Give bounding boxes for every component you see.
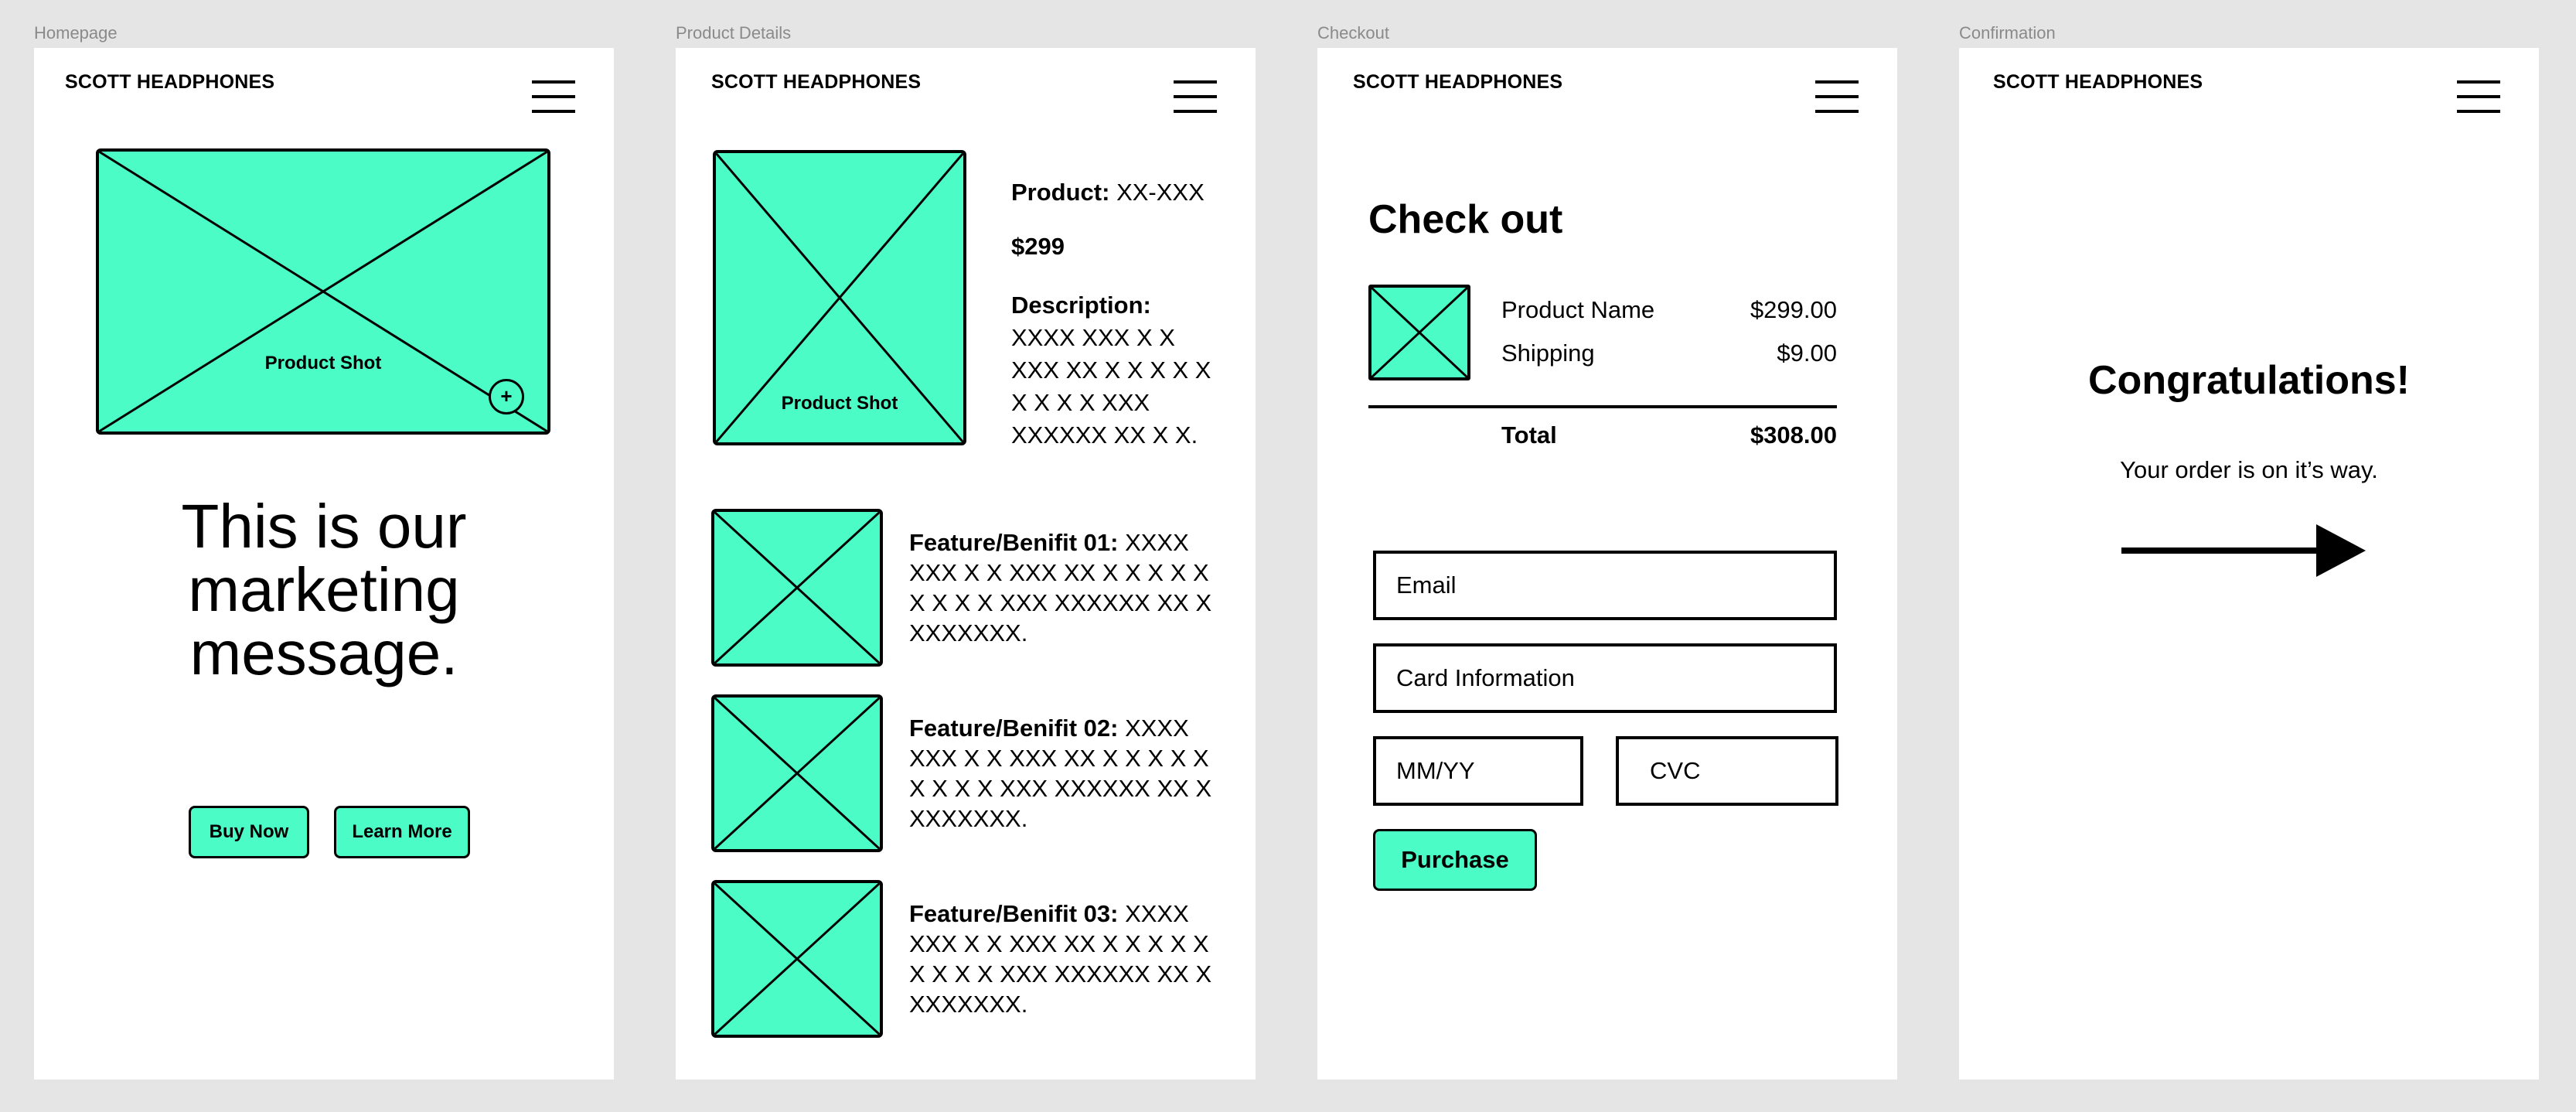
- total-price: $308.00: [1750, 421, 1837, 449]
- product-shot-label: Product Shot: [781, 393, 898, 414]
- product-shot-image[interactable]: Product Shot: [96, 148, 550, 435]
- image-placeholder-icon: [714, 698, 880, 849]
- feature-line: XXXXXXX.: [909, 991, 1028, 1018]
- product-details-frame: SCOTT HEADPHONES Product Shot Product: X…: [676, 48, 1256, 1080]
- brand-logo[interactable]: SCOTT HEADPHONES: [65, 71, 274, 94]
- total-label: Total: [1501, 421, 1557, 449]
- hamburger-menu-icon[interactable]: [532, 80, 575, 113]
- marketing-line: marketing: [188, 555, 460, 624]
- marketing-message: This is our marketing message.: [34, 495, 614, 685]
- checkout-frame: SCOTT HEADPHONES Check out Product Name …: [1317, 48, 1897, 1080]
- description-key: Description:: [1011, 292, 1151, 319]
- hamburger-menu-icon[interactable]: [1174, 80, 1217, 113]
- purchase-button[interactable]: Purchase: [1373, 829, 1537, 891]
- product-shot-label: Product Shot: [264, 353, 382, 374]
- frame-label-confirmation: Confirmation: [1959, 23, 2056, 43]
- feature-line: XXXX: [1125, 529, 1189, 556]
- image-placeholder-icon: [714, 512, 880, 663]
- brand-logo[interactable]: SCOTT HEADPHONES: [711, 71, 921, 94]
- cart-item-thumbnail: [1368, 285, 1470, 380]
- shipping-price: $9.00: [1777, 339, 1837, 367]
- feature-line: XXXX: [1125, 715, 1189, 742]
- product-id: Product: XX-XXX: [1011, 176, 1205, 209]
- product-price: $299: [1011, 233, 1065, 260]
- page-title: Check out: [1368, 197, 1563, 242]
- feature-line: X X X X XXX XXXXXX XX X: [909, 589, 1212, 616]
- product-description: Description: XXXX XXX X X XXX XX X X X X…: [1011, 289, 1243, 452]
- feature-image: [711, 880, 883, 1038]
- item-price: $299.00: [1750, 296, 1837, 323]
- arrow-right-icon: [2121, 524, 2366, 577]
- feature-key: Feature/Benifit 02:: [909, 715, 1119, 742]
- product-value: XX-XXX: [1116, 179, 1205, 206]
- confirmation-title: Congratulations!: [2088, 358, 2410, 403]
- image-placeholder-icon: [99, 152, 547, 431]
- feature-image: [711, 509, 883, 667]
- confirmation-frame: SCOTT HEADPHONES Congratulations! Your o…: [1959, 48, 2539, 1080]
- feature-text: Feature/Benifit 03: XXXX XXX X X XXX XX …: [909, 899, 1234, 1019]
- item-name: Product Name: [1501, 296, 1655, 323]
- hamburger-menu-icon[interactable]: [1815, 80, 1859, 113]
- confirmation-message: Your order is on it’s way.: [2120, 456, 2378, 483]
- frame-label-checkout: Checkout: [1317, 23, 1389, 43]
- description-line: XXXX XXX X X: [1011, 324, 1175, 351]
- brand-logo[interactable]: SCOTT HEADPHONES: [1353, 71, 1562, 94]
- description-line: XXX XX X X X X X: [1011, 356, 1211, 384]
- expiry-field[interactable]: MM/YY: [1373, 736, 1583, 806]
- cvc-field[interactable]: CVC: [1616, 736, 1838, 806]
- homepage-frame: SCOTT HEADPHONES Product Shot + This is …: [34, 48, 614, 1080]
- description-line: X X X X XXX: [1011, 389, 1150, 416]
- feature-line: XXX X X XXX XX X X X X X: [909, 559, 1209, 586]
- feature-text: Feature/Benifit 02: XXXX XXX X X XXX XX …: [909, 713, 1234, 834]
- shipping-label: Shipping: [1501, 339, 1595, 367]
- learn-more-button[interactable]: Learn More: [334, 806, 470, 858]
- feature-line: XXXXXXX.: [909, 805, 1028, 832]
- feature-line: X X X X XXX XXXXXX XX X: [909, 960, 1212, 987]
- frame-label-product-details: Product Details: [676, 23, 792, 43]
- buy-now-button[interactable]: Buy Now: [189, 806, 309, 858]
- frame-label-homepage: Homepage: [34, 23, 118, 43]
- feature-line: XXX X X XXX XX X X X X X: [909, 745, 1209, 772]
- feature-image: [711, 694, 883, 852]
- image-placeholder-icon: [714, 883, 880, 1035]
- image-placeholder-icon: [1371, 288, 1467, 377]
- feature-line: XXXXXXX.: [909, 619, 1028, 646]
- zoom-in-icon[interactable]: +: [489, 379, 524, 414]
- feature-line: XXXX: [1125, 900, 1189, 927]
- card-information-field[interactable]: Card Information: [1373, 643, 1837, 713]
- zoom-symbol: +: [500, 384, 513, 408]
- email-field[interactable]: Email: [1373, 551, 1837, 620]
- feature-key: Feature/Benifit 03:: [909, 900, 1119, 927]
- feature-line: XXX X X XXX XX X X X X X: [909, 930, 1209, 957]
- product-shot-image[interactable]: Product Shot: [713, 150, 966, 445]
- feature-key: Feature/Benifit 01:: [909, 529, 1119, 556]
- feature-line: X X X X XXX XXXXXX XX X: [909, 775, 1212, 802]
- hamburger-menu-icon[interactable]: [2457, 80, 2500, 113]
- marketing-line: message.: [189, 619, 458, 687]
- description-line: XXXXXX XX X X.: [1011, 421, 1198, 449]
- brand-logo[interactable]: SCOTT HEADPHONES: [1993, 71, 2203, 94]
- product-key: Product:: [1011, 179, 1110, 206]
- divider: [1368, 405, 1837, 408]
- marketing-line: This is our: [181, 492, 467, 561]
- feature-text: Feature/Benifit 01: XXXX XXX X X XXX XX …: [909, 527, 1234, 648]
